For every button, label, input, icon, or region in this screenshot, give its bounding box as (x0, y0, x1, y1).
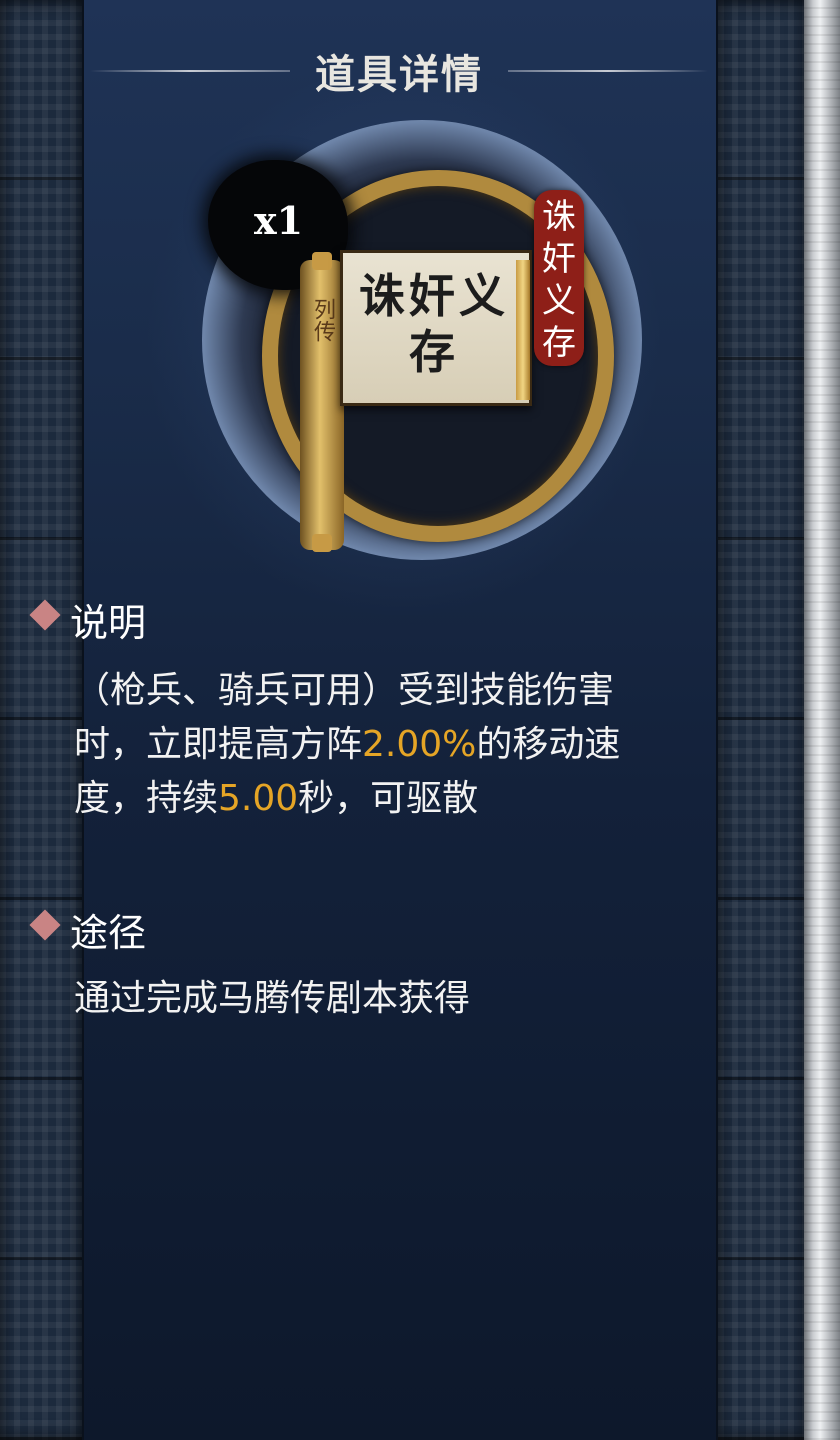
silver-frame-edge (804, 0, 840, 1440)
description-text: （枪兵、骑兵可用）受到技能伤害 时，立即提高方阵2.00%的移动速 度，持续5.… (74, 664, 754, 826)
description-title: 说明 (70, 601, 147, 645)
duration-value: 5.00 (218, 778, 299, 819)
source-text: 通过完成马腾传剧本获得 (74, 978, 471, 1019)
scroll-item-name: 诛奸义存 (359, 269, 509, 379)
scroll-rod-bottom-cap (312, 534, 332, 552)
tag-char: 奸 (542, 239, 576, 279)
header-divider-left (90, 70, 290, 72)
header-divider-right (508, 70, 708, 72)
item-name-tag: 诛 奸 义 存 (534, 190, 584, 366)
left-ornamental-border (0, 0, 84, 1440)
scroll-side-label: 列传 (310, 298, 335, 342)
item-detail-screen: 道具详情 x1 列传 诛奸义存 诛 奸 义 存 说明 （枪兵、骑兵可用）受到技能… (0, 0, 840, 1440)
tag-char: 义 (542, 281, 576, 321)
description-line: 时，立即提高方阵2.00%的移动速 (74, 724, 621, 765)
item-count-badge: x1 (254, 198, 304, 243)
source-title: 途径 (70, 911, 147, 955)
panel-header: 道具详情 (84, 42, 716, 102)
description-line: （枪兵、骑兵可用）受到技能伤害 (74, 670, 615, 711)
tag-char: 诛 (542, 197, 576, 237)
speed-bonus-value: 2.00% (362, 724, 477, 765)
page-title: 道具详情 (315, 51, 483, 98)
scroll-rod-top-cap (312, 252, 332, 270)
item-icon: x1 列传 诛奸义存 诛 奸 义 存 (196, 120, 656, 560)
description-line: 度，持续5.00秒，可驱散 (74, 778, 479, 819)
scroll-gold-edge (516, 260, 530, 400)
tag-char: 存 (542, 323, 576, 363)
